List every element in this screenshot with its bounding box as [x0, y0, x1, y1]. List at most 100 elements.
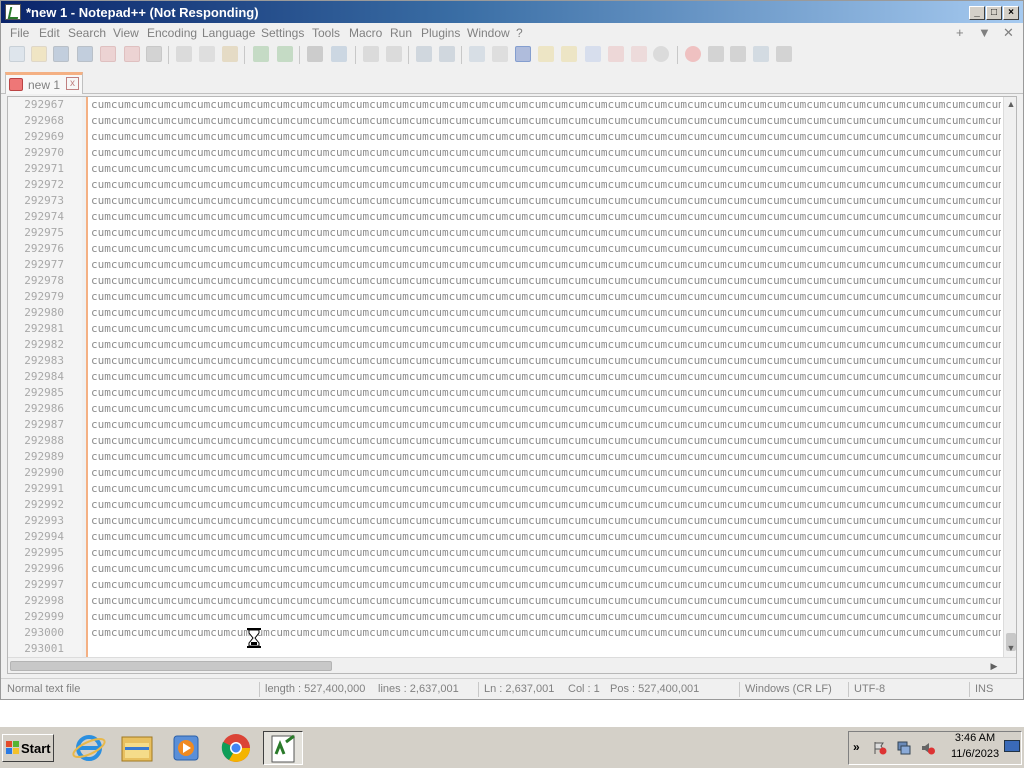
new-tab-icon[interactable]: +: [956, 25, 964, 40]
text-line[interactable]: cumcumcumcumcumcumcumcumcumcumcumcumcumc…: [91, 161, 1001, 177]
record-macro-icon[interactable]: [685, 46, 701, 62]
word-wrap-icon[interactable]: [469, 46, 485, 62]
folder-workspace-icon[interactable]: [585, 46, 601, 62]
save-all-icon[interactable]: [77, 46, 93, 62]
show-hidden-icons-button[interactable]: »: [853, 740, 860, 754]
comment-icon[interactable]: [653, 46, 669, 62]
close-button[interactable]: ×: [1003, 6, 1019, 20]
fold-margin[interactable]: [82, 97, 88, 657]
text-line[interactable]: cumcumcumcumcumcumcumcumcumcumcumcumcumc…: [91, 337, 1001, 353]
notepadpp-taskbar-icon[interactable]: [263, 731, 303, 765]
text-line[interactable]: cumcumcumcumcumcumcumcumcumcumcumcumcumc…: [91, 561, 1001, 577]
show-desktop-icon[interactable]: [1004, 740, 1020, 752]
text-line[interactable]: cumcumcumcumcumcumcumcumcumcumcumcumcumc…: [91, 289, 1001, 305]
text-line[interactable]: cumcumcumcumcumcumcumcumcumcumcumcumcumc…: [91, 353, 1001, 369]
text-line[interactable]: cumcumcumcumcumcumcumcumcumcumcumcumcumc…: [91, 529, 1001, 545]
zoom-in-icon[interactable]: [363, 46, 379, 62]
text-line[interactable]: cumcumcumcumcumcumcumcumcumcumcumcumcumc…: [91, 449, 1001, 465]
text-line[interactable]: cumcumcumcumcumcumcumcumcumcumcumcumcumc…: [91, 593, 1001, 609]
text-line[interactable]: cumcumcumcumcumcumcumcumcumcumcumcumcumc…: [91, 113, 1001, 129]
text-line[interactable]: cumcumcumcumcumcumcumcumcumcumcumcumcumc…: [91, 545, 1001, 561]
run-macro-multiple-icon[interactable]: [753, 46, 769, 62]
text-line[interactable]: cumcumcumcumcumcumcumcumcumcumcumcumcumc…: [91, 257, 1001, 273]
text-line[interactable]: cumcumcumcumcumcumcumcumcumcumcumcumcumc…: [91, 577, 1001, 593]
text-line[interactable]: cumcumcumcumcumcumcumcumcumcumcumcumcumc…: [91, 513, 1001, 529]
print-icon[interactable]: [146, 46, 162, 62]
copy-icon[interactable]: [199, 46, 215, 62]
tab-new-1[interactable]: new 1 x: [5, 72, 83, 94]
close-file-icon[interactable]: [100, 46, 116, 62]
replace-icon[interactable]: [331, 46, 347, 62]
scroll-down-icon[interactable]: ▼: [1005, 641, 1016, 655]
menu-edit[interactable]: Edit: [39, 26, 60, 40]
editor-area[interactable]: 292967 292968 292969 292970 292971 292972 2929…: [7, 96, 1017, 674]
text-line[interactable]: cumcumcumcumcumcumcumcumcumcumcumcumcumc…: [91, 177, 1001, 193]
maximize-button[interactable]: □: [986, 6, 1002, 20]
find-icon[interactable]: [307, 46, 323, 62]
text-line[interactable]: [91, 641, 1001, 657]
text-line[interactable]: cumcumcumcumcumcumcumcumcumcumcumcumcumc…: [91, 369, 1001, 385]
menu-encoding[interactable]: Encoding: [147, 26, 197, 40]
scroll-up-icon[interactable]: ▲: [1005, 97, 1016, 111]
menu-language[interactable]: Language: [202, 26, 255, 40]
sync-horizontal-icon[interactable]: [439, 46, 455, 62]
text-line[interactable]: cumcumcumcumcumcumcumcumcumcumcumcumcumc…: [91, 241, 1001, 257]
new-file-icon[interactable]: [9, 46, 25, 62]
scroll-right-icon[interactable]: ▶: [988, 659, 1000, 673]
file-explorer-icon[interactable]: [117, 731, 157, 765]
menu-view[interactable]: View: [113, 26, 139, 40]
doc-map-icon[interactable]: [538, 46, 554, 62]
start-button[interactable]: Start: [2, 734, 54, 762]
menu-macro[interactable]: Macro: [349, 26, 382, 40]
text-line[interactable]: cumcumcumcumcumcumcumcumcumcumcumcumcumc…: [91, 209, 1001, 225]
action-center-icon[interactable]: [873, 741, 887, 755]
minimize-button[interactable]: _: [969, 6, 985, 20]
text-line[interactable]: cumcumcumcumcumcumcumcumcumcumcumcumcumc…: [91, 385, 1001, 401]
play-macro-icon[interactable]: [730, 46, 746, 62]
menu-run[interactable]: Run: [390, 26, 412, 40]
menu-settings[interactable]: Settings: [261, 26, 304, 40]
horizontal-scroll-thumb[interactable]: [10, 661, 332, 671]
indent-guide-icon[interactable]: [515, 46, 531, 62]
close-all-icon[interactable]: [124, 46, 140, 62]
media-player-icon[interactable]: [166, 731, 206, 765]
text-line[interactable]: cumcumcumcumcumcumcumcumcumcumcumcumcumc…: [91, 401, 1001, 417]
clock-time[interactable]: 3:46 AM: [950, 732, 1000, 744]
tab-close-icon[interactable]: x: [66, 77, 79, 90]
notepadpp-icon[interactable]: [5, 4, 21, 20]
chrome-icon[interactable]: [215, 731, 255, 765]
menu-file[interactable]: File: [10, 26, 29, 40]
text-line[interactable]: cumcumcumcumcumcumcumcumcumcumcumcumcumc…: [91, 305, 1001, 321]
line-number-gutter[interactable]: 292967 292968 292969 292970 292971 292972 2929…: [8, 97, 82, 657]
paste-icon[interactable]: [222, 46, 238, 62]
menu-search[interactable]: Search: [68, 26, 106, 40]
menu-plugins[interactable]: Plugins: [421, 26, 460, 40]
text-line[interactable]: cumcumcumcumcumcumcumcumcumcumcumcumcumc…: [91, 225, 1001, 241]
udl-icon[interactable]: [631, 46, 647, 62]
text-line[interactable]: cumcumcumcumcumcumcumcumcumcumcumcumcumc…: [91, 129, 1001, 145]
status-encoding[interactable]: UTF-8: [854, 683, 885, 695]
horizontal-scrollbar[interactable]: ▶: [8, 657, 1016, 673]
text-line[interactable]: cumcumcumcumcumcumcumcumcumcumcumcumcumc…: [91, 481, 1001, 497]
network-icon[interactable]: [897, 741, 911, 755]
undo-icon[interactable]: [253, 46, 269, 62]
text-line[interactable]: cumcumcumcumcumcumcumcumcumcumcumcumcumc…: [91, 97, 1001, 113]
text-line[interactable]: cumcumcumcumcumcumcumcumcumcumcumcumcumc…: [91, 625, 1001, 641]
status-eol[interactable]: Windows (CR LF): [745, 683, 832, 695]
save-icon[interactable]: [53, 46, 69, 62]
dropdown-icon[interactable]: ▼: [978, 25, 991, 40]
status-insert-mode[interactable]: INS: [975, 683, 993, 695]
text-line[interactable]: cumcumcumcumcumcumcumcumcumcumcumcumcumc…: [91, 145, 1001, 161]
text-line[interactable]: cumcumcumcumcumcumcumcumcumcumcumcumcumc…: [91, 433, 1001, 449]
redo-icon[interactable]: [277, 46, 293, 62]
text-line[interactable]: cumcumcumcumcumcumcumcumcumcumcumcumcumc…: [91, 273, 1001, 289]
text-line[interactable]: cumcumcumcumcumcumcumcumcumcumcumcumcumc…: [91, 497, 1001, 513]
text-line[interactable]: cumcumcumcumcumcumcumcumcumcumcumcumcumc…: [91, 609, 1001, 625]
title-bar[interactable]: *new 1 - Notepad++ (Not Responding) _ □ …: [1, 1, 1023, 23]
menu-window[interactable]: Window: [467, 26, 510, 40]
menu-tools[interactable]: Tools: [312, 26, 340, 40]
show-all-chars-icon[interactable]: [492, 46, 508, 62]
volume-muted-icon[interactable]: [921, 741, 935, 755]
cut-icon[interactable]: [176, 46, 192, 62]
monitoring-icon[interactable]: [608, 46, 624, 62]
